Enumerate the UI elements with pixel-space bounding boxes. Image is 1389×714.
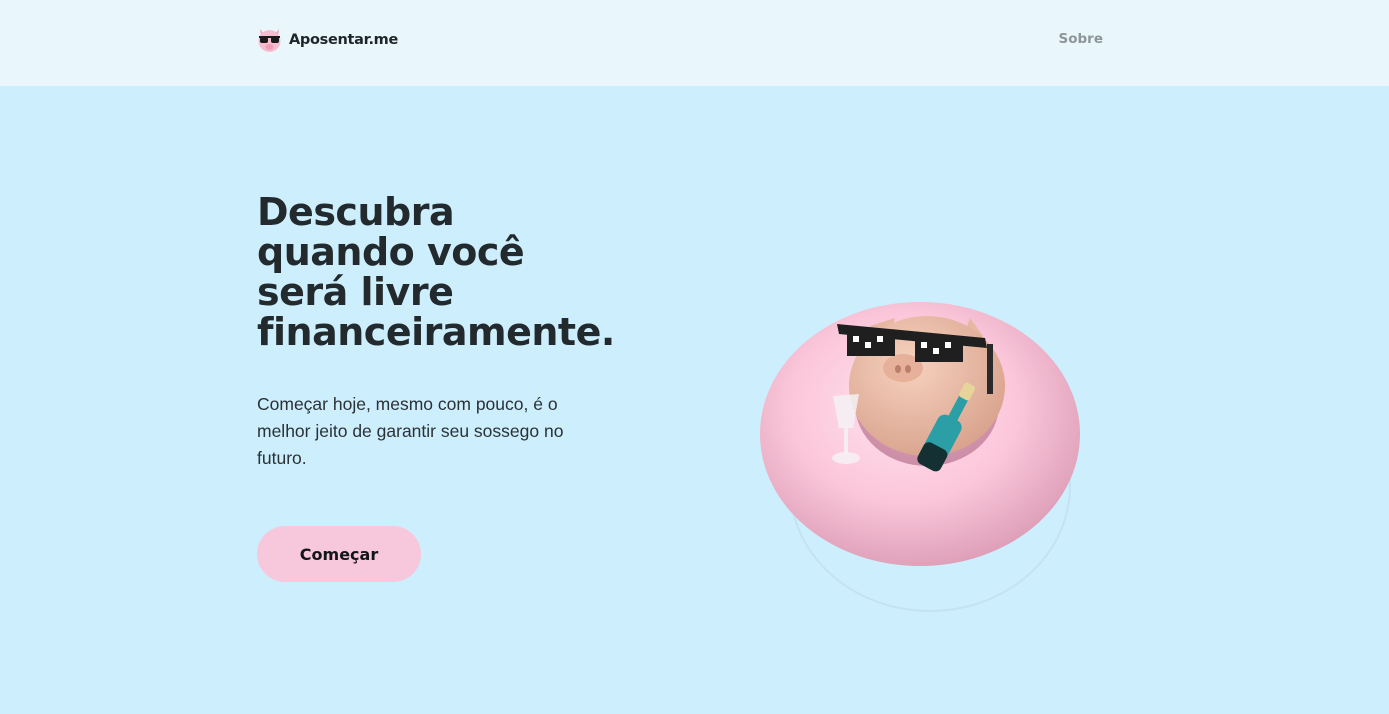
- top-navigation-bar: Aposentar.me Sobre: [0, 0, 1389, 86]
- pig-sunglasses-icon: [258, 29, 281, 52]
- hero-title-line: quando você: [257, 230, 525, 274]
- hero-description: Começar hoje, mesmo com pouco, é o melho…: [257, 394, 564, 468]
- brand-name: Aposentar.me: [289, 31, 399, 48]
- hero-title-line: Descubra: [257, 190, 455, 234]
- start-button[interactable]: Começar: [257, 526, 421, 582]
- nav-link-sobre[interactable]: Sobre: [1059, 31, 1103, 47]
- brand-link[interactable]: Aposentar.me: [257, 26, 398, 53]
- hero-title-line: financeiramente.: [257, 310, 615, 354]
- pig-on-pool-float-illustration: [760, 302, 1080, 612]
- hero-title-line: será livre: [257, 270, 454, 314]
- hero-title: Descubra quando você será livre financei…: [257, 192, 737, 352]
